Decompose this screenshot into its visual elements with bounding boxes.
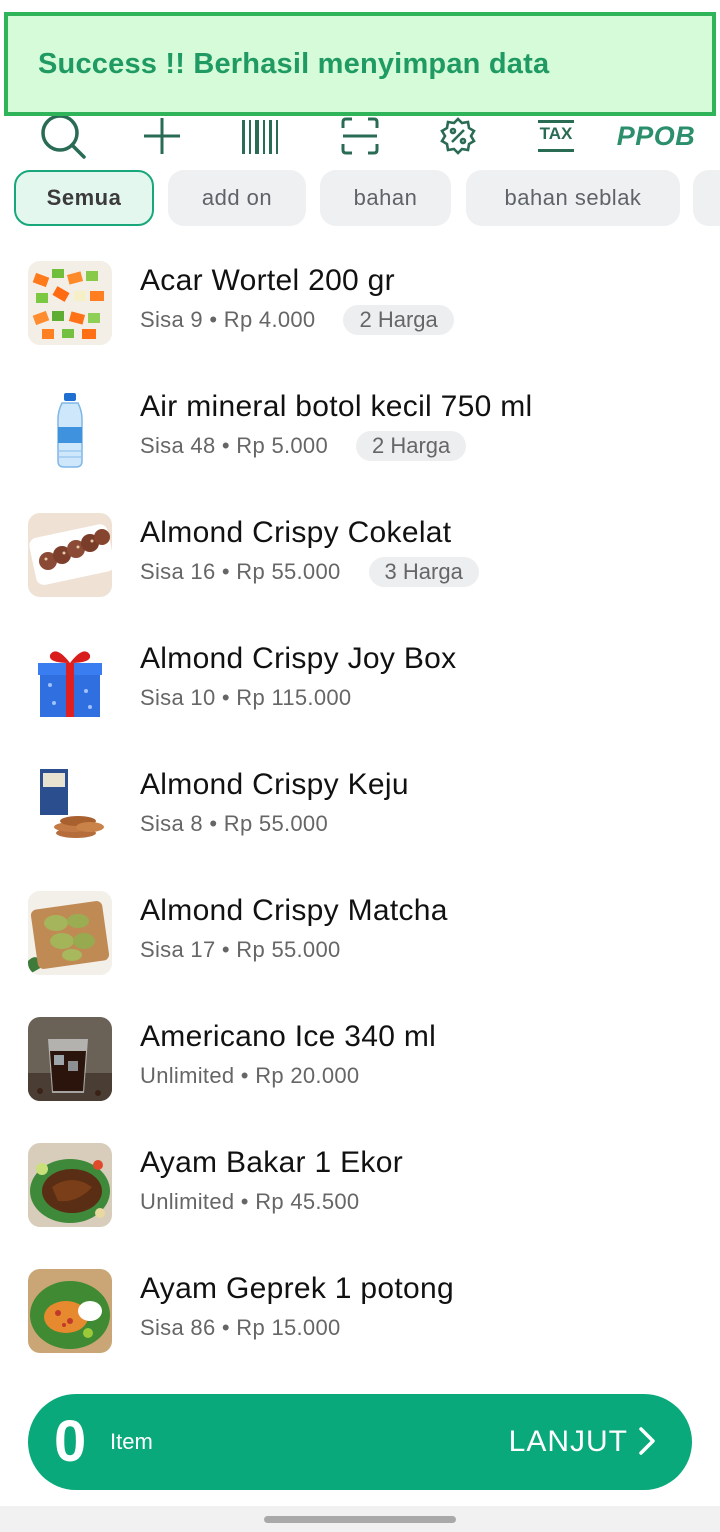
list-item[interactable]: Air mineral botol kecil 750 ml Sisa 48 •… [0,366,720,492]
product-image [28,765,112,849]
toast-message: Success !! Berhasil menyimpan data [38,47,550,80]
tax-label: TAX [539,124,573,143]
next-label: LANJUT [508,1425,628,1458]
product-image [28,513,112,597]
scan-icon[interactable] [338,112,382,160]
search-icon[interactable] [38,112,88,160]
product-meta: Sisa 17 • Rp 55.000 [140,934,341,966]
chip-semua[interactable]: Semua [14,170,154,226]
list-item[interactable]: Americano Ice 340 ml Unlimited • Rp 20.0… [0,996,720,1122]
product-name: Almond Crispy Joy Box [140,642,457,675]
chip-bahan-seblak[interactable]: bahan seblak [466,170,680,226]
barcode-icon[interactable] [240,112,280,160]
list-item[interactable]: Ayam Bakar 1 Ekor Unlimited • Rp 45.500 [0,1122,720,1248]
product-name: Ayam Geprek 1 potong [140,1272,454,1305]
list-item[interactable]: Almond Crispy Joy Box Sisa 10 • Rp 115.0… [0,618,720,744]
stock-price: Sisa 16 • Rp 55.000 [140,559,341,584]
chip-add-on[interactable]: add on [168,170,306,226]
item-count: 0 [54,1409,87,1474]
product-meta: Sisa 16 • Rp 55.000 3 Harga [140,556,479,588]
product-image [28,387,112,471]
ppob-label: PPOB [616,120,696,151]
price-variant-badge: 2 Harga [343,305,454,335]
product-name: Almond Crispy Cokelat [140,516,452,549]
product-meta: Sisa 86 • Rp 15.000 [140,1312,341,1344]
product-image [28,261,112,345]
stock-price: Sisa 86 • Rp 15.000 [140,1315,341,1340]
price-variant-badge: 2 Harga [356,431,467,461]
stock-price: Sisa 10 • Rp 115.000 [140,685,352,710]
chevron-right-icon [638,1426,656,1461]
product-image [28,1143,112,1227]
product-image [28,1017,112,1101]
product-meta: Sisa 9 • Rp 4.000 2 Harga [140,304,454,336]
category-chips: Semua add on bahan bahan seblak [0,170,720,226]
product-meta: Sisa 8 • Rp 55.000 [140,808,328,840]
product-image [28,891,112,975]
product-name: Air mineral botol kecil 750 ml [140,390,533,423]
item-label: Item [110,1429,153,1454]
tax-icon[interactable]: TAX [532,112,580,160]
stock-price: Unlimited • Rp 45.500 [140,1189,360,1214]
checkout-button[interactable]: 0 Item LANJUT [28,1394,692,1490]
product-name: Almond Crispy Matcha [140,894,448,927]
price-variant-badge: 3 Harga [368,557,479,587]
system-nav-bar [0,1506,720,1532]
list-item[interactable]: Almond Crispy Cokelat Sisa 16 • Rp 55.00… [0,492,720,618]
stock-price: Sisa 8 • Rp 55.000 [140,811,328,836]
product-image [28,639,112,723]
home-handle[interactable] [264,1516,456,1523]
success-toast: Success !! Berhasil menyimpan data [4,12,716,116]
product-name: Acar Wortel 200 gr [140,264,395,297]
chip-more[interactable] [693,170,720,226]
chip-bahan[interactable]: bahan [320,170,451,226]
product-name: Americano Ice 340 ml [140,1020,437,1053]
list-item[interactable]: Acar Wortel 200 gr Sisa 9 • Rp 4.000 2 H… [0,240,720,366]
stock-price: Sisa 9 • Rp 4.000 [140,307,316,332]
product-meta: Sisa 48 • Rp 5.000 2 Harga [140,430,467,462]
discount-icon[interactable] [436,112,480,160]
product-meta: Unlimited • Rp 20.000 [140,1060,359,1092]
list-item[interactable]: Almond Crispy Matcha Sisa 17 • Rp 55.000 [0,870,720,996]
product-name: Almond Crispy Keju [140,768,409,801]
list-item[interactable]: Almond Crispy Keju Sisa 8 • Rp 55.000 [0,744,720,870]
list-item[interactable]: Ayam Geprek 1 potong Sisa 86 • Rp 15.000 [0,1248,720,1374]
product-meta: Unlimited • Rp 45.500 [140,1186,359,1218]
stock-price: Unlimited • Rp 20.000 [140,1063,360,1088]
add-icon[interactable] [140,112,184,160]
product-meta: Sisa 10 • Rp 115.000 [140,682,351,714]
stock-price: Sisa 17 • Rp 55.000 [140,937,341,962]
product-image [28,1269,112,1353]
ppob-icon[interactable]: PPOB [616,112,696,160]
stock-price: Sisa 48 • Rp 5.000 [140,433,328,458]
product-name: Ayam Bakar 1 Ekor [140,1146,403,1179]
